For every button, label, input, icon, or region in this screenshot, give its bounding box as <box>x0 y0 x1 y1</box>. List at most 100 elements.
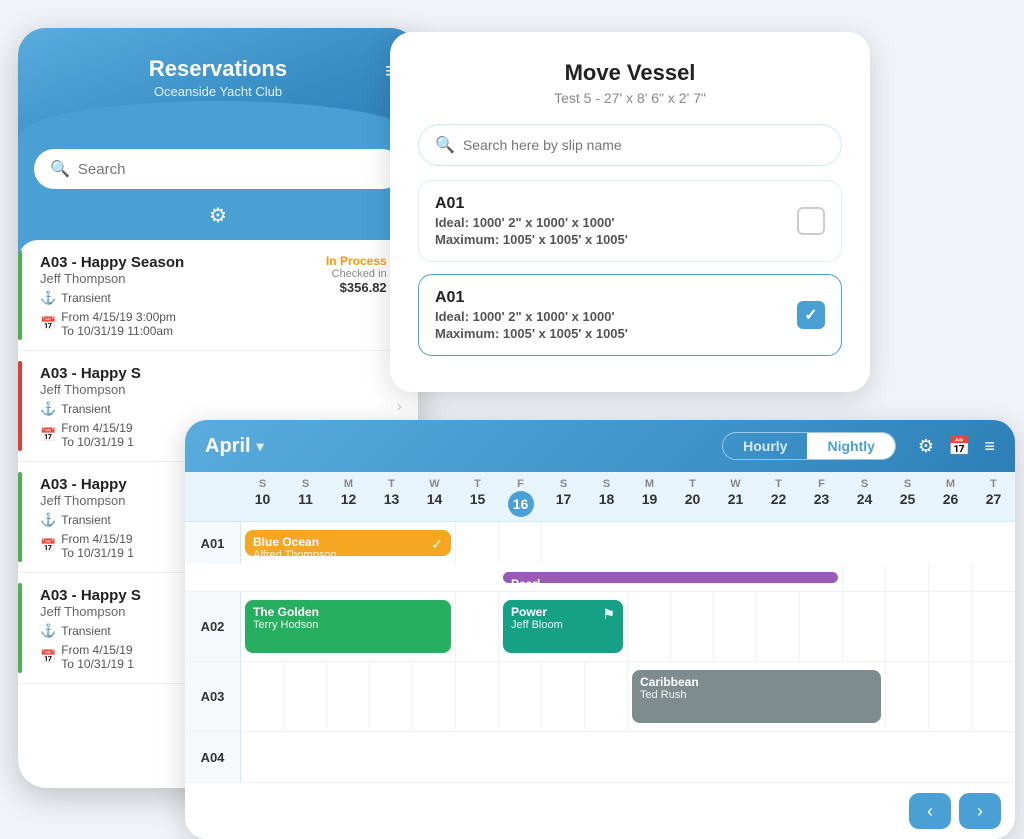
filter-icon[interactable]: ⚙ <box>209 203 227 228</box>
event-title: Caribbean <box>640 675 873 689</box>
slip-name: A01 <box>435 289 628 307</box>
day-col-16-today: F 16 <box>499 472 542 521</box>
cell-a01-orange: Blue Ocean Alfred Thompson ✓ <box>241 522 456 564</box>
reservation-item[interactable]: A03 - Happy Season Jeff Thompson ⚓ Trans… <box>18 240 418 351</box>
day-col-17: S 17 <box>542 472 585 521</box>
day-col-14: W 14 <box>413 472 456 521</box>
slip-label-a04: A04 <box>185 732 241 782</box>
anchor-icon: ⚓ <box>40 512 56 528</box>
calendar-month[interactable]: April ▾ <box>205 435 264 458</box>
empty-cell <box>929 564 972 591</box>
phone-title: Reservations <box>38 56 398 82</box>
empty-cell <box>929 662 972 731</box>
slip-label-header <box>185 472 241 521</box>
empty-cell <box>327 662 370 731</box>
empty-cell <box>542 662 585 731</box>
empty-cell <box>456 662 499 731</box>
slip-maximum: Maximum: 1005' x 1005' x 1005' <box>435 326 628 341</box>
empty-cell <box>585 662 628 731</box>
flag-icon: ⚑ <box>602 606 615 623</box>
event-blue-ocean[interactable]: Blue Ocean Alfred Thompson ✓ <box>245 530 451 556</box>
calendar-row-a04: A04 <box>185 732 1015 782</box>
phone-search-bar: 🔍 <box>34 149 402 189</box>
empty-cell <box>886 592 929 661</box>
reservation-type: ⚓ Transient <box>40 290 297 306</box>
calendar-icon[interactable]: 📅 <box>948 436 970 457</box>
calendar-footer: ‹ › <box>185 782 1015 839</box>
menu-icon[interactable]: ≡ <box>984 436 995 457</box>
slip-option[interactable]: A01 Ideal: 1000' 2" x 1000' x 1000' Maxi… <box>418 180 842 262</box>
calendar-row-a02: A02 The Golden Terry Hodson Power Jeff B… <box>185 592 1015 662</box>
status-bar <box>18 472 22 562</box>
calendar-next-button[interactable]: › <box>959 793 1001 829</box>
event-title: Pearl <box>511 577 830 591</box>
calendar-header: April ▾ Hourly Nightly ⚙ 📅 ≡ <box>185 420 1015 472</box>
empty-cell <box>886 564 929 591</box>
event-title: The Golden <box>253 605 443 619</box>
tab-nightly[interactable]: Nightly <box>807 433 894 459</box>
cell-a03-gray: Caribbean Ted Rush <box>628 662 886 731</box>
slip-info: A01 Ideal: 1000' 2" x 1000' x 1000' Maxi… <box>435 289 628 341</box>
empty-cell <box>886 662 929 731</box>
empty-cell <box>929 592 972 661</box>
event-title: Power <box>511 605 615 619</box>
event-power[interactable]: Power Jeff Bloom ⚑ <box>503 600 623 653</box>
event-caribbean[interactable]: Caribbean Ted Rush <box>632 670 881 723</box>
day-col-27: T 27 <box>972 472 1015 521</box>
phone-subtitle: Oceanside Yacht Club <box>38 84 398 99</box>
status-bar <box>18 583 22 673</box>
chevron-right-icon: › <box>397 398 402 416</box>
move-vessel-search-bar: 🔍 <box>418 124 842 166</box>
reservation-owner: Jeff Thompson <box>40 271 297 286</box>
empty-cell <box>499 522 542 564</box>
event-sub: Jeff Bloom <box>511 619 615 631</box>
day-col-24: S 24 <box>843 472 886 521</box>
anchor-icon: ⚓ <box>40 290 56 306</box>
empty-cell <box>456 522 499 564</box>
status-bar <box>18 361 22 451</box>
event-sub: Alfred Thompson <box>253 549 443 561</box>
slip-name: A01 <box>435 195 628 213</box>
search-icon: 🔍 <box>435 135 455 155</box>
phone-filter-row: ⚙ <box>18 195 418 232</box>
calendar-row-a01: A01 Blue Ocean Alfred Thompson ✓ Pearl J… <box>185 522 1015 592</box>
empty-cell <box>972 592 1015 661</box>
empty-cell <box>499 662 542 731</box>
calendar-icon: 📅 <box>40 427 56 443</box>
slip-option-selected[interactable]: A01 Ideal: 1000' 2" x 1000' x 1000' Maxi… <box>418 274 842 356</box>
phone-search-input[interactable] <box>78 161 386 178</box>
calendar-row-a03: A03 Caribbean Ted Rush <box>185 662 1015 732</box>
slip-ideal: Ideal: 1000' 2" x 1000' x 1000' <box>435 309 628 324</box>
slip-info: A01 Ideal: 1000' 2" x 1000' x 1000' Maxi… <box>435 195 628 247</box>
slip-ideal: Ideal: 1000' 2" x 1000' x 1000' <box>435 215 628 230</box>
reservation-body: A03 - Happy Season Jeff Thompson ⚓ Trans… <box>34 254 297 338</box>
anchor-icon: ⚓ <box>40 401 56 417</box>
empty-cell <box>456 592 499 661</box>
event-golden[interactable]: The Golden Terry Hodson <box>245 600 451 653</box>
day-col-25: S 25 <box>886 472 929 521</box>
cell-a02-green: The Golden Terry Hodson <box>241 592 456 661</box>
settings-icon[interactable]: ⚙ <box>918 436 934 457</box>
day-col-23: F 23 <box>800 472 843 521</box>
day-col-10: S 10 <box>241 472 284 521</box>
calendar-prev-button[interactable]: ‹ <box>909 793 951 829</box>
event-pearl[interactable]: Pearl John Robins <box>503 572 838 583</box>
event-sub: Terry Hodson <box>253 619 443 631</box>
move-vessel-subtitle: Test 5 - 27' x 8' 6" x 2' 7" <box>418 90 842 106</box>
day-col-21: W 21 <box>714 472 757 521</box>
check-icon: ✓ <box>431 536 443 553</box>
calendar-body: A01 Blue Ocean Alfred Thompson ✓ Pearl J… <box>185 522 1015 782</box>
empty-cell <box>284 662 327 731</box>
day-col-19: M 19 <box>628 472 671 521</box>
search-icon: 🔍 <box>50 159 70 179</box>
phone-header: Reservations Oceanside Yacht Club ≡ <box>18 28 418 135</box>
move-vessel-search-input[interactable] <box>463 137 825 153</box>
slip-checkbox-checked[interactable] <box>797 301 825 329</box>
slip-checkbox[interactable] <box>797 207 825 235</box>
day-col-18: S 18 <box>585 472 628 521</box>
event-sub: Ted Rush <box>640 689 873 701</box>
tab-hourly[interactable]: Hourly <box>723 433 807 459</box>
calendar-icon: 📅 <box>40 649 56 665</box>
slip-label-a02: A02 <box>185 592 241 661</box>
cell-a02-teal: Power Jeff Bloom ⚑ <box>499 592 628 661</box>
